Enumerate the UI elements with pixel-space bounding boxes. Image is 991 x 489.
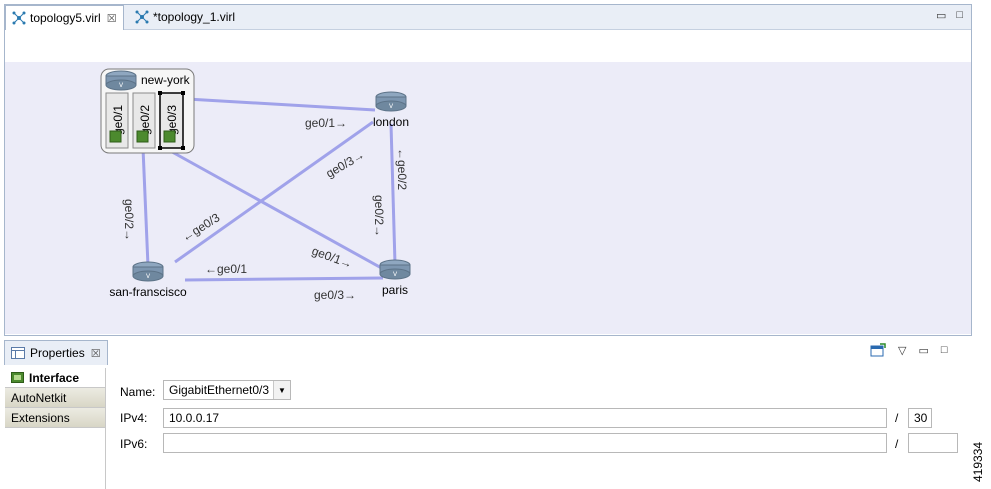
interface-icon — [136, 130, 149, 143]
node-label: san-franscisco — [109, 285, 187, 299]
ipv4-prefix-field[interactable]: 30 — [908, 408, 932, 428]
minimize-icon[interactable]: ▭ — [936, 9, 946, 22]
tab-topology-1[interactable]: *topology_1.virl — [129, 5, 241, 29]
topology-icon — [135, 10, 149, 24]
topology-editor: topology5.virl ☒ *topology_1.virl ▭ □ V … — [4, 4, 972, 336]
figure-id-text: 419334 — [971, 442, 985, 482]
link-label: ←ge0/1 — [205, 262, 247, 276]
chevron-down-icon[interactable]: ▼ — [273, 381, 290, 399]
new-window-icon[interactable] — [870, 343, 886, 357]
interface-ge0-2[interactable]: ge0/2 — [132, 92, 156, 149]
link-label: ge0/3→ — [314, 288, 356, 302]
ipv6-label: IPv6: — [120, 437, 148, 451]
router-icon: V — [375, 91, 407, 112]
properties-title: Properties — [30, 346, 85, 360]
minimize-icon[interactable]: ▭ — [918, 344, 928, 357]
ipv4-prefix-value: 30 — [914, 411, 928, 425]
interface-label: ge0/2 — [138, 105, 152, 135]
tab-label: *topology_1.virl — [153, 10, 236, 24]
topology-canvas[interactable]: V new-york ge0/1 ge0/2 ge0/3 V london V … — [5, 62, 971, 334]
name-label: Name: — [120, 385, 156, 399]
link-label: ge0/1→ — [305, 116, 347, 130]
router-icon: V — [132, 261, 164, 282]
ipv6-slash: / — [895, 437, 899, 451]
interface-icon — [109, 130, 122, 143]
section-interface[interactable]: Interface — [5, 368, 105, 388]
interface-ge0-3-selected[interactable]: ge0/3 — [158, 91, 185, 150]
node-san-francisco[interactable]: V san-franscisco — [109, 261, 187, 299]
link-label: ←ge0/3 — [179, 210, 222, 244]
close-icon[interactable]: ☒ — [107, 12, 117, 25]
properties-icon — [11, 347, 25, 359]
node-label: paris — [382, 283, 408, 297]
interface-label: ge0/1 — [111, 105, 125, 135]
link-label: ge0/2→ — [372, 195, 386, 237]
section-autonetkit[interactable]: AutoNetkit — [5, 388, 105, 408]
interface-ge0-1[interactable]: ge0/1 — [105, 92, 129, 149]
ipv4-field[interactable]: 10.0.0.17 — [163, 408, 887, 428]
properties-view-controls: ▽ ▭ □ — [870, 343, 948, 357]
ipv4-slash: / — [895, 411, 899, 425]
tab-properties[interactable]: Properties ☒ — [4, 340, 108, 365]
topology-icon — [12, 11, 26, 25]
interface-icon — [163, 130, 176, 143]
link-label: ←ge0/2 — [395, 148, 409, 190]
link-ny-sf[interactable] — [141, 147, 150, 267]
router-icon: V — [105, 70, 137, 91]
link-sf-paris[interactable] — [184, 276, 384, 282]
interface-name-select[interactable]: GigabitEthernet0/3 ▼ — [163, 380, 291, 400]
section-extensions[interactable]: Extensions — [5, 408, 105, 428]
node-paris[interactable]: V paris — [379, 259, 411, 297]
link-label: ge0/2→ — [122, 199, 136, 241]
view-menu-icon[interactable]: ▽ — [898, 344, 906, 357]
ipv6-prefix-field[interactable] — [908, 433, 958, 453]
interface-icon — [11, 372, 24, 383]
properties-sections: Interface AutoNetkit Extensions — [5, 368, 106, 489]
node-new-york[interactable]: V new-york ge0/1 ge0/2 ge0/3 — [100, 68, 195, 154]
router-icon: V — [379, 259, 411, 280]
interface-label: ge0/3 — [165, 105, 179, 135]
editor-tab-bar: topology5.virl ☒ *topology_1.virl ▭ □ — [5, 5, 971, 30]
section-label: Interface — [29, 370, 80, 385]
editor-toolbar — [5, 30, 971, 63]
maximize-icon[interactable]: □ — [956, 9, 963, 22]
node-label: new-york — [141, 73, 191, 87]
section-label: Extensions — [11, 410, 70, 425]
node-london[interactable]: V london — [373, 91, 409, 129]
interface-name-value: GigabitEthernet0/3 — [169, 383, 270, 397]
link-london-paris[interactable] — [389, 123, 397, 265]
ipv4-value: 10.0.0.17 — [169, 411, 220, 425]
topology-graph: V new-york ge0/1 ge0/2 ge0/3 V london V … — [100, 68, 411, 302]
tab-label: topology5.virl — [30, 11, 101, 25]
tab-topology5[interactable]: topology5.virl ☒ — [5, 5, 124, 30]
link-sf-london[interactable] — [174, 120, 374, 264]
editor-window-controls: ▭ □ — [936, 9, 963, 22]
figure-id: 419334 — [971, 442, 985, 482]
ipv4-label: IPv4: — [120, 411, 148, 425]
node-label: london — [373, 115, 409, 129]
link-ny-london[interactable] — [186, 97, 376, 112]
maximize-icon[interactable]: □ — [941, 344, 948, 356]
close-icon[interactable]: ☒ — [91, 347, 101, 360]
section-label: AutoNetkit — [11, 390, 67, 405]
ipv6-field[interactable] — [163, 433, 887, 453]
